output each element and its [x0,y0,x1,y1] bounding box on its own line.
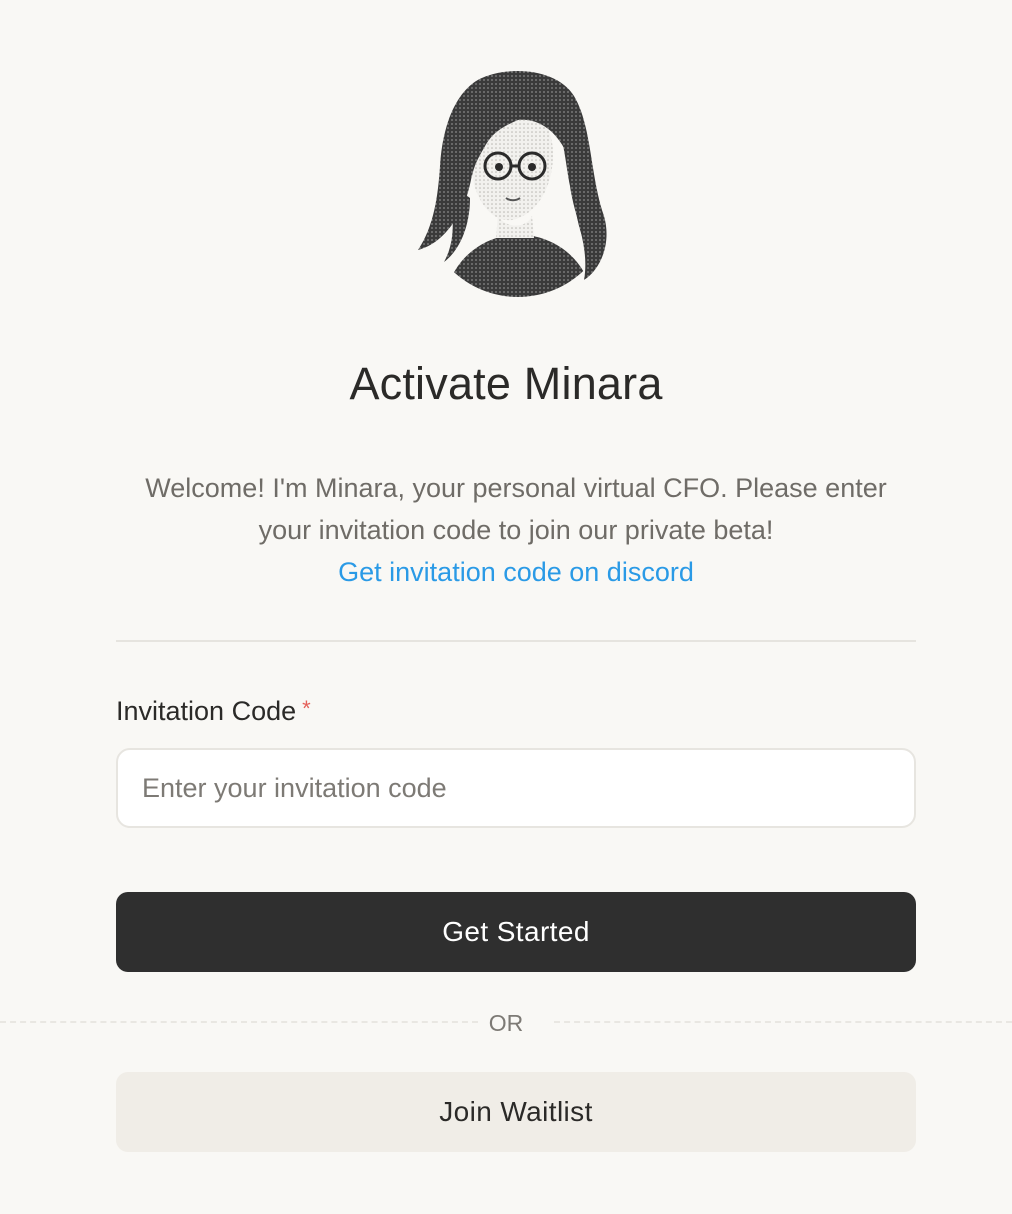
section-divider [116,640,916,642]
invitation-code-label: Invitation Code * [116,693,311,731]
discord-invitation-link[interactable]: Get invitation code on discord [338,551,694,593]
minara-avatar [414,66,622,298]
welcome-text: Welcome! I'm Minara, your personal virtu… [145,473,887,545]
required-marker: * [302,696,311,721]
welcome-message: Welcome! I'm Minara, your personal virtu… [116,467,916,593]
invitation-code-input[interactable] [116,748,916,828]
activation-page: Activate Minara Welcome! I'm Minara, you… [0,0,1012,1214]
page-title: Activate Minara [349,358,663,409]
join-waitlist-button[interactable]: Join Waitlist [116,1072,916,1152]
or-separator: OR [488,1010,524,1036]
invitation-code-label-text: Invitation Code [116,696,297,726]
get-started-button[interactable]: Get Started [116,892,916,972]
